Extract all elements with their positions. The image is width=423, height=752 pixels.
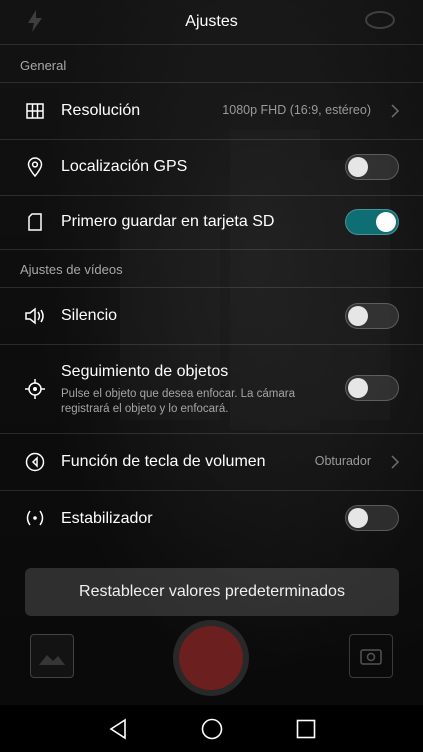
row-label: Localización GPS	[61, 158, 188, 175]
page-title: Ajustes	[185, 13, 238, 30]
row-seguimiento[interactable]: Seguimiento de objetos Pulse el objeto q…	[0, 345, 423, 433]
row-estabilizador[interactable]: Estabilizador	[0, 491, 423, 546]
row-label: Función de tecla de volumen	[61, 453, 266, 470]
row-label: Seguimiento de objetos	[61, 363, 229, 380]
reset-defaults-button[interactable]: Restablecer valores predeterminados	[25, 568, 399, 616]
row-resolucion[interactable]: Resolución 1080p FHD (16:9, estéreo)	[0, 83, 423, 139]
switch-camera-icon[interactable]	[349, 634, 393, 678]
sd-card-icon	[24, 211, 46, 233]
system-navigation-bar	[0, 705, 423, 752]
flash-icon	[28, 10, 42, 37]
silencio-toggle[interactable]	[345, 303, 399, 329]
stabilizer-icon	[24, 507, 46, 529]
grid-icon	[24, 100, 46, 122]
row-label: Resolución	[61, 102, 141, 119]
estabilizador-toggle[interactable]	[345, 505, 399, 531]
divider	[0, 249, 423, 250]
chevron-right-icon	[389, 103, 401, 119]
speaker-mute-icon	[24, 305, 46, 327]
row-value: Obturador	[314, 454, 371, 468]
section-general: General	[20, 58, 67, 73]
target-icon	[24, 378, 46, 400]
row-value: 1080p FHD (16:9, estéreo)	[222, 103, 371, 117]
row-gps[interactable]: Localización GPS	[0, 140, 423, 195]
row-volumen[interactable]: Función de tecla de volumen Obturador	[0, 434, 423, 490]
gps-toggle[interactable]	[345, 154, 399, 180]
filter-icon	[365, 10, 395, 35]
camera-controls	[0, 620, 423, 700]
section-videos: Ajustes de vídeos	[20, 262, 123, 277]
recents-icon[interactable]	[294, 717, 318, 741]
shutter-button[interactable]	[173, 620, 249, 696]
back-icon[interactable]	[106, 717, 130, 741]
row-sd[interactable]: Primero guardar en tarjeta SD	[0, 196, 423, 249]
volume-key-icon	[24, 451, 46, 473]
row-description-line2: registrará el objeto y lo enfocará.	[61, 403, 229, 415]
row-silencio[interactable]: Silencio	[0, 288, 423, 344]
row-label: Silencio	[61, 307, 118, 324]
home-icon[interactable]	[200, 717, 224, 741]
row-description-line1: Pulse el objeto que desea enfocar. La cá…	[61, 388, 295, 400]
divider	[0, 44, 423, 45]
chevron-right-icon	[389, 454, 401, 470]
sd-toggle[interactable]	[345, 209, 399, 235]
gallery-icon[interactable]	[30, 634, 74, 678]
row-label: Primero guardar en tarjeta SD	[61, 213, 275, 230]
row-label: Estabilizador	[61, 510, 153, 527]
settings-header: Ajustes	[0, 0, 423, 44]
location-pin-icon	[24, 156, 46, 178]
seguimiento-toggle[interactable]	[345, 375, 399, 401]
